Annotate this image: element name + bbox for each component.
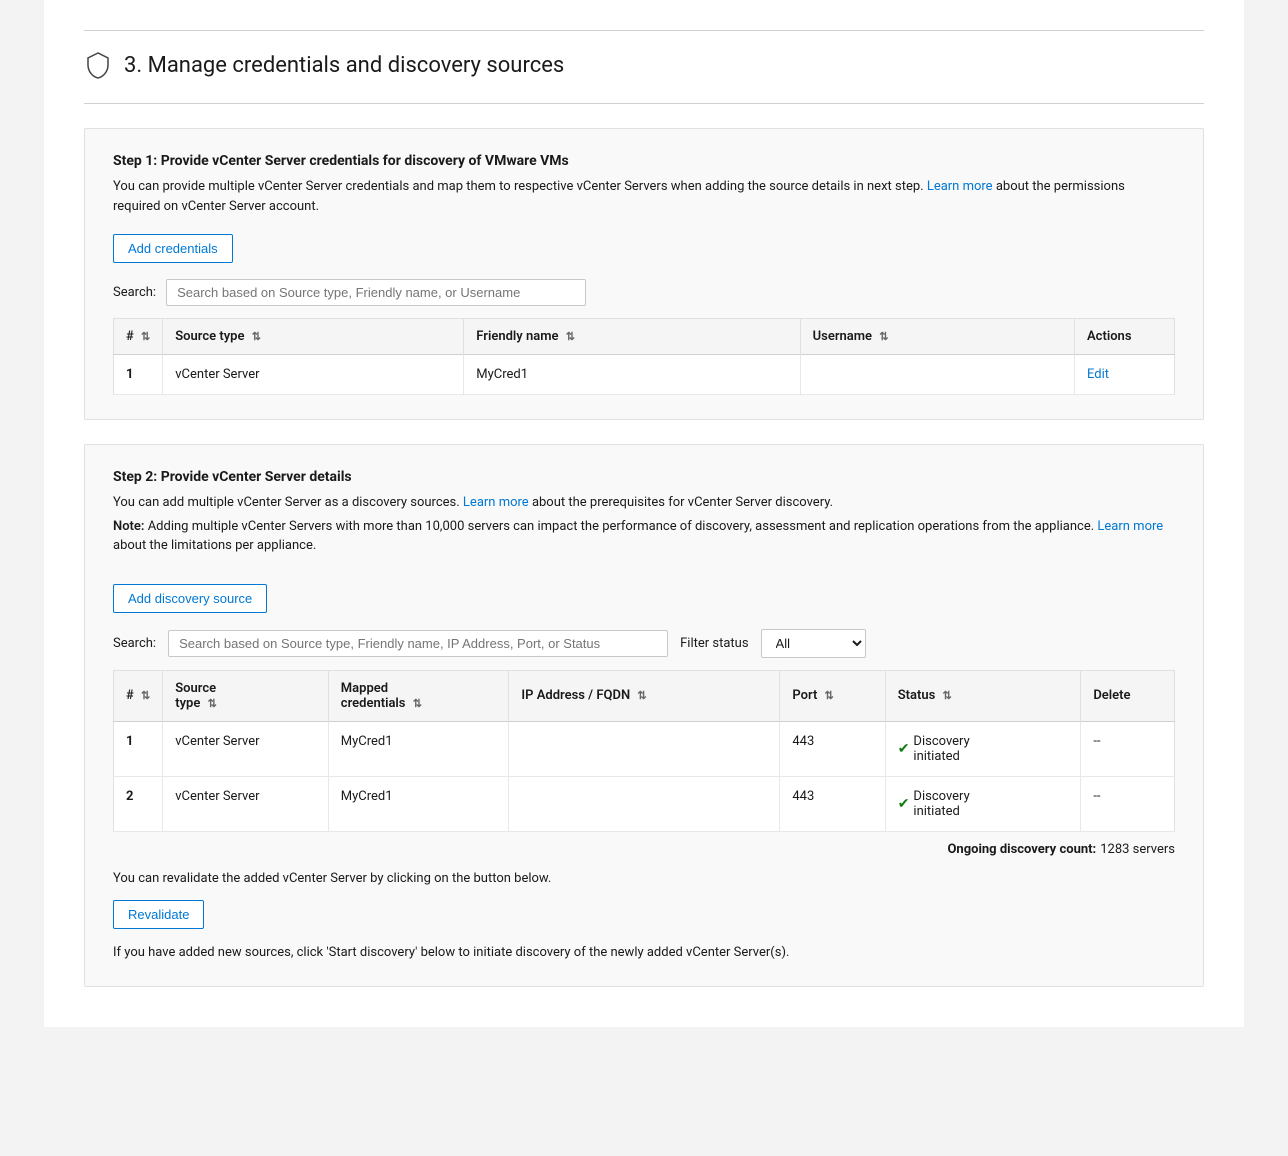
page-title: 3. Manage credentials and discovery sour… — [124, 53, 564, 78]
cell2-port: 443 — [780, 776, 885, 831]
check-icon: ✔ — [898, 741, 910, 757]
step1-title: Step 1: Provide vCenter Server credentia… — [113, 153, 1175, 169]
step2-desc: You can add multiple vCenter Server as a… — [113, 493, 1175, 513]
col-username: Username ⇅ — [800, 319, 1074, 355]
step2-table: # ⇅ Sourcetype ⇅ Mappedcredentials ⇅ IP … — [113, 670, 1175, 832]
sort-icon2-creds: ⇅ — [413, 697, 422, 710]
step1-table: # ⇅ Source type ⇅ Friendly name ⇅ Userna… — [113, 318, 1175, 395]
col2-mapped-creds: Mappedcredentials ⇅ — [328, 670, 509, 721]
col2-status: Status ⇅ — [885, 670, 1081, 721]
sort-icon-username: ⇅ — [879, 330, 888, 343]
step1-search-input[interactable] — [166, 279, 586, 306]
sort-icon-friendly: ⇅ — [566, 330, 575, 343]
cell2-ip — [509, 776, 780, 831]
shield-icon — [84, 51, 112, 79]
step2-search-input[interactable] — [168, 630, 668, 657]
revalidate-button[interactable]: Revalidate — [113, 900, 204, 929]
sort-icon2-status: ⇅ — [943, 689, 952, 702]
check-icon: ✔ — [898, 796, 910, 812]
cell-username — [800, 355, 1074, 395]
status-text: Discoveryinitiated — [913, 789, 969, 819]
sort-icon2-ip: ⇅ — [637, 689, 646, 702]
cell2-delete: -- — [1081, 776, 1175, 831]
status-badge: ✔ Discoveryinitiated — [898, 789, 1069, 819]
cell2-source-type: vCenter Server — [163, 776, 329, 831]
col2-source-type: Sourcetype ⇅ — [163, 670, 329, 721]
cell-source-type: vCenter Server — [163, 355, 464, 395]
step1-search-label: Search: — [113, 285, 156, 300]
step2-search-label: Search: — [113, 636, 156, 651]
sort-icon2-port: ⇅ — [825, 689, 834, 702]
ongoing-discovery-row: Ongoing discovery count: 1283 servers — [113, 842, 1175, 857]
cell2-source-type: vCenter Server — [163, 721, 329, 776]
step1-table-header: # ⇅ Source type ⇅ Friendly name ⇅ Userna… — [114, 319, 1175, 355]
sort-icon2-num: ⇅ — [141, 689, 150, 702]
col2-delete: Delete — [1081, 670, 1175, 721]
cell-friendly-name: MyCred1 — [464, 355, 800, 395]
cell2-status: ✔ Discoveryinitiated — [885, 776, 1081, 831]
col2-port: Port ⇅ — [780, 670, 885, 721]
status-badge: ✔ Discoveryinitiated — [898, 734, 1069, 764]
cell2-delete: -- — [1081, 721, 1175, 776]
col2-ip: IP Address / FQDN ⇅ — [509, 670, 780, 721]
final-note: If you have added new sources, click 'St… — [113, 943, 1175, 963]
cell-num: 1 — [114, 355, 163, 395]
filter-status-select[interactable]: All Initiated Completed Failed — [761, 629, 866, 658]
cell2-port: 443 — [780, 721, 885, 776]
step1-desc: You can provide multiple vCenter Server … — [113, 177, 1175, 216]
table-row: 1 vCenter Server MyCred1 Edit — [114, 355, 1175, 395]
ongoing-label: Ongoing discovery count: — [947, 842, 1096, 857]
step2-title: Step 2: Provide vCenter Server details — [113, 469, 1175, 485]
sort-icon-num: ⇅ — [141, 330, 150, 343]
table-row: 1 vCenter Server MyCred1 443 ✔ Discovery… — [114, 721, 1175, 776]
cell2-num: 2 — [114, 776, 163, 831]
cell2-num: 1 — [114, 721, 163, 776]
col-friendly-name: Friendly name ⇅ — [464, 319, 800, 355]
sort-icon2-source: ⇅ — [208, 697, 217, 710]
cell2-mapped-creds: MyCred1 — [328, 721, 509, 776]
ongoing-value: 1283 servers — [1100, 842, 1175, 857]
sort-icon-source: ⇅ — [252, 330, 261, 343]
col2-num: # ⇅ — [114, 670, 163, 721]
table-row: 2 vCenter Server MyCred1 443 ✔ Discovery… — [114, 776, 1175, 831]
cell2-status: ✔ Discoveryinitiated — [885, 721, 1081, 776]
status-text: Discoveryinitiated — [913, 734, 969, 764]
filter-status-label: Filter status — [680, 636, 748, 651]
step2-note-learn-more[interactable]: Learn more — [1097, 519, 1163, 534]
note-label: Note: — [113, 519, 144, 534]
cell2-ip — [509, 721, 780, 776]
step2-table-header: # ⇅ Sourcetype ⇅ Mappedcredentials ⇅ IP … — [114, 670, 1175, 721]
step1-card: Step 1: Provide vCenter Server credentia… — [84, 128, 1204, 420]
add-discovery-source-button[interactable]: Add discovery source — [113, 584, 267, 613]
step2-learn-more-link[interactable]: Learn more — [463, 495, 529, 510]
bottom-note: You can revalidate the added vCenter Ser… — [113, 871, 1175, 886]
step1-search-row: Search: — [113, 279, 1175, 306]
col-actions: Actions — [1075, 319, 1175, 355]
step1-learn-more-link[interactable]: Learn more — [927, 179, 993, 194]
cell-actions: Edit — [1075, 355, 1175, 395]
cell2-mapped-creds: MyCred1 — [328, 776, 509, 831]
add-credentials-button[interactable]: Add credentials — [113, 234, 233, 263]
step2-card: Step 2: Provide vCenter Server details Y… — [84, 444, 1204, 987]
edit-link[interactable]: Edit — [1087, 367, 1109, 382]
col-num: # ⇅ — [114, 319, 163, 355]
page-header: 3. Manage credentials and discovery sour… — [84, 51, 1204, 79]
step2-note: Note: Adding multiple vCenter Servers wi… — [113, 517, 1175, 556]
step2-search-filter-row: Search: Filter status All Initiated Comp… — [113, 629, 1175, 658]
col-source-type: Source type ⇅ — [163, 319, 464, 355]
